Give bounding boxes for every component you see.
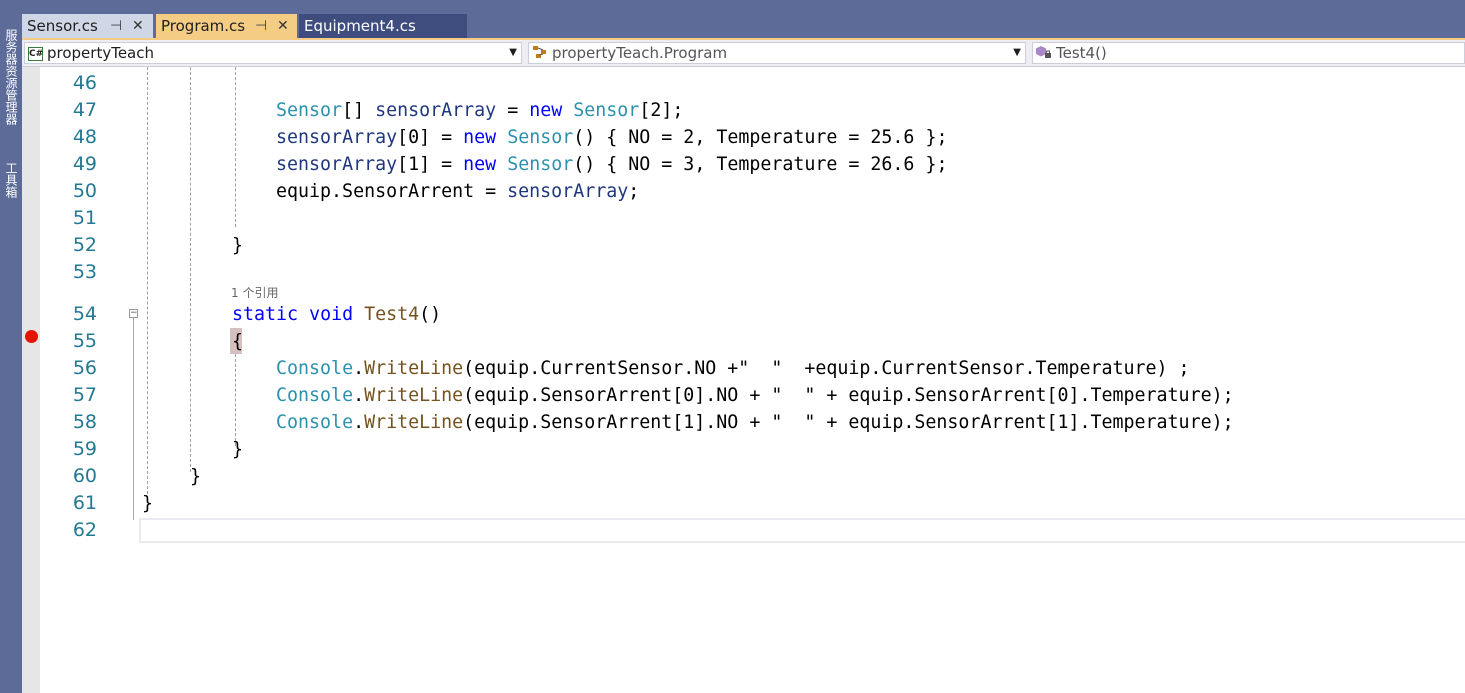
- line-number: 48: [72, 126, 97, 148]
- current-line-highlight: [139, 518, 1465, 543]
- member-dropdown[interactable]: Test4(): [1032, 42, 1465, 64]
- tab-label: Equipment4.cs: [304, 17, 416, 35]
- class-dropdown[interactable]: propertyTeach.Program ▼: [528, 42, 1026, 64]
- tab-equipment4-cs[interactable]: Equipment4.cs: [299, 14, 467, 38]
- code-editor[interactable]: 46 47 48 49 50 51 52 53 54 55 56 57 58 5…: [22, 67, 1465, 693]
- line-number: 54: [72, 303, 97, 325]
- code-line[interactable]: }: [142, 490, 153, 517]
- code-line[interactable]: Console.WriteLine(equip.CurrentSensor.NO…: [232, 355, 1190, 382]
- class-name: propertyTeach.Program: [552, 44, 728, 62]
- pin-icon[interactable]: ⊣: [255, 14, 267, 38]
- document-tab-bar: Sensor.cs ⊣ ✕ Program.cs ⊣ ✕ Equipment4.…: [22, 6, 1465, 38]
- indent-guide: [190, 67, 191, 472]
- chevron-down-icon[interactable]: ▼: [509, 43, 517, 63]
- line-number: 56: [72, 357, 97, 379]
- tab-label: Program.cs: [161, 17, 246, 35]
- line-number: 57: [72, 384, 97, 406]
- code-line[interactable]: }: [190, 463, 201, 490]
- line-number: 53: [72, 261, 97, 283]
- toolbox-tab[interactable]: 工具箱: [0, 150, 22, 210]
- line-number: 47: [72, 99, 97, 121]
- line-number: 62: [72, 519, 97, 541]
- line-number: 55: [72, 330, 97, 352]
- line-number: 51: [72, 207, 97, 229]
- breakpoint-icon[interactable]: [25, 330, 38, 343]
- code-line[interactable]: Console.WriteLine(equip.SensorArrent[0].…: [232, 382, 1234, 409]
- pin-icon[interactable]: ⊣: [110, 14, 122, 38]
- method-icon: [1036, 44, 1052, 64]
- outline-line: [133, 318, 134, 520]
- glyph-margin[interactable]: [22, 67, 40, 693]
- server-explorer-tab[interactable]: 服务器资源管理器: [0, 12, 22, 142]
- collapse-icon[interactable]: −: [129, 309, 138, 318]
- line-number: 60: [72, 465, 97, 487]
- line-number: 52: [72, 234, 97, 256]
- navigation-bar: C# propertyTeach ▼ propertyTeach.Program …: [22, 40, 1465, 67]
- tab-sensor-cs[interactable]: Sensor.cs ⊣ ✕: [22, 14, 153, 38]
- line-number: 46: [72, 72, 97, 94]
- line-number: 61: [72, 492, 97, 514]
- code-line[interactable]: static void Test4(): [232, 301, 441, 328]
- code-line[interactable]: }: [232, 436, 243, 463]
- close-icon[interactable]: ✕: [132, 14, 144, 38]
- line-number: 49: [72, 153, 97, 175]
- project-dropdown[interactable]: C# propertyTeach ▼: [24, 42, 522, 64]
- csharp-file-icon: C#: [28, 46, 44, 61]
- close-icon[interactable]: ✕: [277, 14, 289, 38]
- line-number: 59: [72, 438, 97, 460]
- code-line[interactable]: Console.WriteLine(equip.SensorArrent[1].…: [232, 409, 1234, 436]
- code-line[interactable]: }: [232, 232, 243, 259]
- code-line[interactable]: sensorArray[1] = new Sensor() { NO = 3, …: [232, 151, 947, 178]
- member-name: Test4(): [1056, 44, 1107, 62]
- class-icon: [532, 44, 548, 64]
- project-name: propertyTeach: [47, 44, 154, 62]
- indent-guide: [147, 67, 148, 499]
- codelens-references[interactable]: 1 个引用: [231, 285, 278, 301]
- tab-program-cs[interactable]: Program.cs ⊣ ✕: [156, 14, 297, 38]
- code-line[interactable]: Sensor[] sensorArray = new Sensor[2];: [232, 97, 683, 124]
- code-line[interactable]: sensorArray[0] = new Sensor() { NO = 2, …: [232, 124, 947, 151]
- tab-label: Sensor.cs: [27, 17, 98, 35]
- line-number: 50: [72, 180, 97, 202]
- code-line[interactable]: {: [232, 328, 243, 355]
- line-number: 58: [72, 411, 97, 433]
- left-tool-rail: 服务器资源管理器 工具箱: [0, 6, 22, 693]
- chevron-down-icon[interactable]: ▼: [1013, 43, 1021, 63]
- code-line[interactable]: equip.SensorArrent = sensorArray;: [232, 178, 639, 205]
